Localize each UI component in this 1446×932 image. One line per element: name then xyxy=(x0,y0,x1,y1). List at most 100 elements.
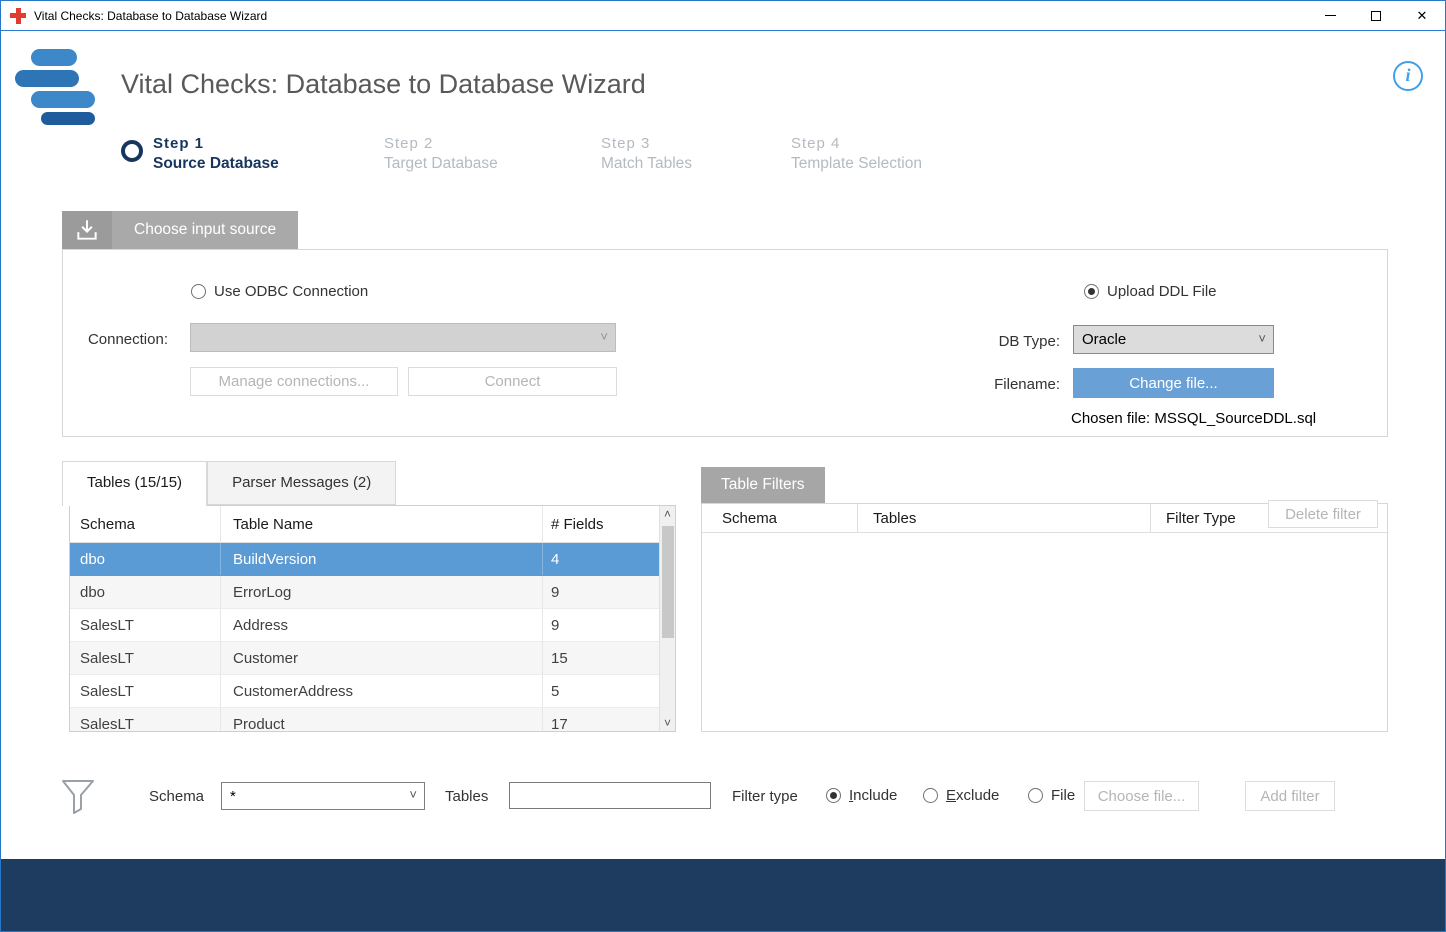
cell-schema: dbo xyxy=(70,543,220,575)
table-row[interactable]: SalesLT Address 9 xyxy=(70,609,675,642)
table-row[interactable]: SalesLT Product 17 xyxy=(70,708,675,732)
step-1-source-database[interactable]: Step 1 Source Database xyxy=(121,135,279,173)
odbc-radio-label: Use ODBC Connection xyxy=(214,283,368,300)
input-source-panel-body: Use ODBC Connection Upload DDL File Conn… xyxy=(62,249,1388,437)
chevron-down-icon xyxy=(409,786,417,803)
exclude-radio-label: Exclude xyxy=(946,787,999,804)
table-filters-box: Schema Tables Filter Type Delete filter xyxy=(701,503,1388,732)
minimize-button[interactable] xyxy=(1307,1,1353,30)
exclude-radio[interactable]: Exclude xyxy=(923,781,999,809)
column-header-schema[interactable]: Schema xyxy=(70,506,220,542)
tab-tables[interactable]: Tables (15/15) xyxy=(62,461,207,506)
step-4-template-selection[interactable]: Step 4 Template Selection xyxy=(791,135,922,173)
filters-column-tables: Tables xyxy=(857,504,1150,532)
file-radio-label: File xyxy=(1051,787,1075,804)
table-row[interactable]: SalesLT CustomerAddress 5 xyxy=(70,675,675,708)
cell-fields: 9 xyxy=(542,609,675,641)
radio-icon xyxy=(826,788,841,803)
filename-label: Filename: xyxy=(923,376,1060,393)
file-radio[interactable]: File xyxy=(1028,781,1075,809)
step-label: Step 4 xyxy=(791,135,922,152)
include-radio-label: Include xyxy=(849,787,897,804)
minimize-icon xyxy=(1325,15,1336,16)
table-row[interactable]: dbo BuildVersion 4 xyxy=(70,543,675,576)
step-label: Step 3 xyxy=(601,135,692,152)
scrollbar-thumb[interactable] xyxy=(662,526,674,638)
filter-type-label: Filter type xyxy=(732,788,798,805)
cell-schema: SalesLT xyxy=(70,675,220,707)
cell-table-name: Address xyxy=(220,609,542,641)
db-type-value: Oracle xyxy=(1082,331,1126,348)
close-icon xyxy=(1417,7,1428,25)
radio-icon xyxy=(1028,788,1043,803)
radio-icon xyxy=(923,788,938,803)
tables-grid-body: dbo BuildVersion 4 dbo ErrorLog 9 SalesL… xyxy=(70,543,675,732)
chevron-down-icon xyxy=(1258,330,1266,347)
add-filter-button[interactable]: Add filter xyxy=(1245,781,1335,811)
download-tray-icon xyxy=(62,211,112,249)
filters-empty-area xyxy=(702,534,1387,731)
upload-ddl-radio[interactable]: Upload DDL File xyxy=(1084,283,1217,300)
window-controls xyxy=(1307,1,1445,30)
tab-parser-messages[interactable]: Parser Messages (2) xyxy=(207,461,396,505)
connect-button[interactable]: Connect xyxy=(408,367,617,396)
change-file-button[interactable]: Change file... xyxy=(1073,368,1274,398)
manage-connections-button[interactable]: Manage connections... xyxy=(190,367,398,396)
scroll-up-icon[interactable] xyxy=(660,506,675,522)
cell-fields: 17 xyxy=(542,708,675,732)
titlebar: Vital Checks: Database to Database Wizar… xyxy=(1,1,1445,31)
scroll-down-icon[interactable] xyxy=(660,715,675,731)
step-indicator-icon xyxy=(121,140,143,162)
table-filters-tab: Table Filters xyxy=(701,467,825,503)
cell-fields: 15 xyxy=(542,642,675,674)
step-sublabel: Target Database xyxy=(384,155,498,173)
db-type-label: DB Type: xyxy=(923,333,1060,350)
funnel-icon xyxy=(59,777,99,820)
filters-grid-header: Schema Tables Filter Type Delete filter xyxy=(702,504,1387,533)
input-source-panel-tab: Choose input source xyxy=(62,211,298,249)
step-2-target-database[interactable]: Step 2 Target Database xyxy=(384,135,498,173)
window-title: Vital Checks: Database to Database Wizar… xyxy=(34,9,267,23)
column-header-table-name[interactable]: Table Name xyxy=(220,506,542,542)
filters-column-schema: Schema xyxy=(702,504,857,532)
cell-schema: SalesLT xyxy=(70,642,220,674)
table-filters-panel: Table Filters Schema Tables Filter Type … xyxy=(701,467,1388,732)
choose-file-button[interactable]: Choose file... xyxy=(1084,781,1199,811)
include-radio[interactable]: Include xyxy=(826,781,897,809)
info-icon[interactable] xyxy=(1393,61,1423,91)
cell-table-name: Customer xyxy=(220,642,542,674)
filter-tables-input[interactable] xyxy=(509,782,711,809)
filter-tables-label: Tables xyxy=(445,788,488,805)
step-label: Step 1 xyxy=(153,135,279,152)
column-header-fields[interactable]: # Fields xyxy=(542,506,675,542)
page-title: Vital Checks: Database to Database Wizar… xyxy=(121,69,646,100)
connection-select[interactable] xyxy=(190,323,616,352)
close-button[interactable] xyxy=(1399,1,1445,30)
delete-filter-button[interactable]: Delete filter xyxy=(1268,500,1378,528)
tables-tab-row: Tables (15/15) Parser Messages (2) xyxy=(62,461,396,505)
table-row[interactable]: dbo ErrorLog 9 xyxy=(70,576,675,609)
tables-scrollbar[interactable] xyxy=(659,506,675,731)
step-3-match-tables[interactable]: Step 3 Match Tables xyxy=(601,135,692,173)
tables-grid: Schema Table Name # Fields dbo BuildVers… xyxy=(69,505,676,732)
odbc-connection-radio[interactable]: Use ODBC Connection xyxy=(191,283,368,300)
maximize-button[interactable] xyxy=(1353,1,1399,30)
cell-table-name: BuildVersion xyxy=(220,543,542,575)
cell-table-name: Product xyxy=(220,708,542,732)
cell-table-name: CustomerAddress xyxy=(220,675,542,707)
table-row[interactable]: SalesLT Customer 15 xyxy=(70,642,675,675)
ddl-radio-label: Upload DDL File xyxy=(1107,283,1217,300)
footer-bar: Cancel Previous step Next step xyxy=(1,859,1445,931)
app-window: Vital Checks: Database to Database Wizar… xyxy=(0,0,1446,932)
maximize-icon xyxy=(1371,11,1381,21)
tables-panel: Tables (15/15) Parser Messages (2) Schem… xyxy=(62,461,676,732)
db-type-select[interactable]: Oracle xyxy=(1073,325,1274,354)
chevron-down-icon xyxy=(600,328,608,345)
cell-fields: 5 xyxy=(542,675,675,707)
filter-schema-select[interactable]: * xyxy=(221,782,425,810)
chosen-file-text: Chosen file: MSSQL_SourceDDL.sql xyxy=(1071,410,1316,427)
cell-fields: 9 xyxy=(542,576,675,608)
cell-fields: 4 xyxy=(542,543,675,575)
radio-icon xyxy=(1084,284,1099,299)
filter-schema-value: * xyxy=(230,788,236,805)
